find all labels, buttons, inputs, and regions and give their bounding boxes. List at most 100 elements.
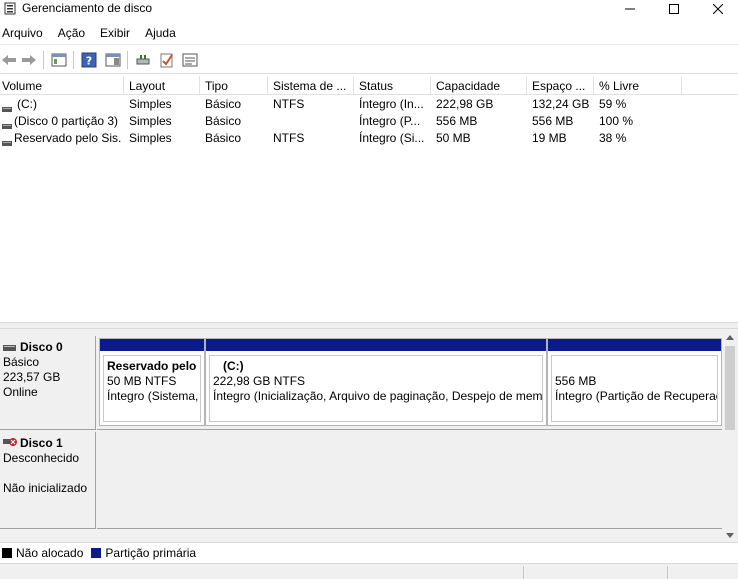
partition-reserved[interactable]: Reservado pelo Sistema 50 MB NTFS Íntegr…	[99, 338, 205, 426]
scroll-up-icon[interactable]	[725, 332, 735, 342]
volume-type: Básico	[205, 114, 242, 128]
settings-list-icon[interactable]	[181, 51, 199, 69]
minimize-button[interactable]	[608, 0, 652, 18]
forward-arrow-icon[interactable]	[20, 51, 38, 69]
volume-row[interactable]: (C:) Simples Básico NTFS Íntegro (In... …	[0, 96, 738, 113]
volume-name: (Disco 0 partição 3)	[14, 114, 119, 128]
partition-recovery[interactable]: 556 MB Íntegro (Partição de Recuperação)	[547, 338, 722, 426]
disk-0-label[interactable]: Disco 0 Básico 223,57 GB Online	[0, 336, 96, 430]
volume-capacity: 50 MB	[436, 131, 471, 145]
column-header-volume[interactable]: Volume	[0, 76, 124, 95]
window-title: Gerenciamento de disco	[22, 1, 153, 15]
volume-free-space: 556 MB	[532, 114, 574, 128]
disk-1-status: Não inicializado	[3, 481, 88, 495]
volume-percent-free: 38 %	[599, 131, 627, 145]
partition-name	[555, 359, 717, 374]
column-header-layout[interactable]: Layout	[124, 76, 200, 95]
disk-management-icon	[4, 2, 16, 15]
maximize-button[interactable]	[652, 0, 696, 18]
volume-free-space: 132,24 GB	[532, 97, 590, 111]
legend-label: Não alocado	[16, 546, 84, 560]
volume-filesystem: NTFS	[273, 131, 305, 145]
partition-detail: 556 MB	[555, 374, 597, 388]
volume-free-space: 19 MB	[532, 131, 567, 145]
volume-status: Íntegro (Si...	[359, 131, 425, 145]
disk-0-size: 223,57 GB	[3, 370, 61, 384]
disk-view-scrollbar[interactable]	[722, 330, 738, 542]
svg-text:?: ?	[86, 55, 92, 68]
disk-0-name: Disco 0	[20, 340, 63, 354]
close-icon	[713, 4, 723, 14]
volume-list: Volume Layout Tipo Sistema de ... Status…	[0, 76, 738, 322]
menu-exibir[interactable]: Exibir	[98, 22, 137, 44]
help-icon[interactable]: ?	[80, 51, 98, 69]
volume-name: (C:)	[17, 97, 37, 111]
maximize-icon	[669, 4, 679, 14]
status-bar-divider	[667, 566, 668, 579]
volume-row[interactable]: (Disco 0 partição 3) Simples Básico Ínte…	[0, 113, 738, 130]
volume-type: Básico	[205, 131, 242, 145]
title-bar: Gerenciamento de disco	[0, 0, 738, 20]
disk-0-status: Online	[3, 385, 38, 399]
menu-acao[interactable]: Ação	[56, 22, 92, 44]
partition-detail: 50 MB NTFS	[107, 374, 177, 388]
volume-name: Reservado pelo Sis...	[14, 131, 122, 145]
disk-1-partitions-area	[97, 432, 722, 529]
partition-primary-bar	[100, 339, 204, 351]
volume-type: Básico	[205, 97, 242, 111]
column-header-espaco[interactable]: Espaço ...	[527, 76, 594, 95]
partition-primary-bar	[206, 339, 546, 351]
volume-capacity: 556 MB	[436, 114, 478, 128]
volume-icon	[2, 135, 12, 146]
partition-status: Íntegro (Inicialização, Arquivo de pagin…	[213, 389, 543, 403]
partition-detail: 222,98 GB NTFS	[213, 374, 306, 388]
volume-layout: Simples	[129, 114, 172, 128]
legend: Não alocado Partição primária	[0, 542, 738, 563]
volume-status: Íntegro (P...	[359, 114, 421, 128]
scroll-down-icon[interactable]	[725, 530, 735, 540]
volume-layout: Simples	[129, 97, 172, 111]
volume-filesystem: NTFS	[273, 97, 305, 111]
volume-filesystem	[273, 113, 353, 130]
toolbar-separator	[127, 51, 128, 69]
volume-layout: Simples	[129, 131, 172, 145]
disk-error-icon	[3, 436, 18, 451]
volume-icon	[2, 118, 12, 129]
disk-icon	[3, 340, 16, 355]
disk-1-label[interactable]: Disco 1 Desconhecido Não inicializado	[0, 432, 96, 529]
legend-item-unallocated: Não alocado	[0, 546, 83, 560]
disk-0-type: Básico	[3, 355, 40, 369]
column-header-capacidade[interactable]: Capacidade	[431, 76, 527, 95]
volume-list-header: Volume Layout Tipo Sistema de ... Status…	[0, 76, 738, 95]
partition-primary-bar	[548, 339, 721, 351]
toolbar-separator	[43, 51, 44, 69]
column-header-status[interactable]: Status	[354, 76, 431, 95]
legend-swatch	[91, 548, 102, 558]
legend-label: Partição primária	[105, 546, 197, 560]
menu-arquivo[interactable]: Arquivo	[0, 22, 50, 44]
partition-c-drive[interactable]: (C:) 222,98 GB NTFS Íntegro (Inicializaç…	[205, 338, 547, 426]
volume-status: Íntegro (In...	[359, 97, 424, 111]
disk-1-name: Disco 1	[20, 436, 63, 450]
column-header-livre[interactable]: % Livre	[594, 76, 682, 95]
show-hide-pane-icon[interactable]	[104, 51, 122, 69]
menu-ajuda[interactable]: Ajuda	[143, 22, 183, 44]
partition-name: Reservado pelo Sistema	[107, 359, 200, 373]
volume-icon	[2, 101, 12, 112]
toolbar-separator	[73, 51, 74, 69]
connect-drive-icon[interactable]	[134, 51, 152, 69]
close-button[interactable]	[696, 0, 738, 18]
column-header-tipo[interactable]: Tipo	[200, 76, 268, 95]
checkmark-icon[interactable]	[158, 51, 176, 69]
column-header-sistema[interactable]: Sistema de ...	[268, 76, 354, 95]
scrollbar-thumb[interactable]	[725, 346, 735, 430]
properties-panel-icon[interactable]	[50, 51, 68, 69]
status-bar	[0, 563, 738, 579]
partition-name: (C:)	[223, 359, 244, 373]
volume-row[interactable]: Reservado pelo Sis... Simples Básico NTF…	[0, 130, 738, 147]
back-arrow-icon[interactable]	[0, 51, 18, 69]
volume-percent-free: 100 %	[599, 114, 634, 128]
status-bar-divider	[523, 566, 524, 579]
legend-swatch	[2, 548, 12, 558]
volume-percent-free: 59 %	[599, 97, 627, 111]
